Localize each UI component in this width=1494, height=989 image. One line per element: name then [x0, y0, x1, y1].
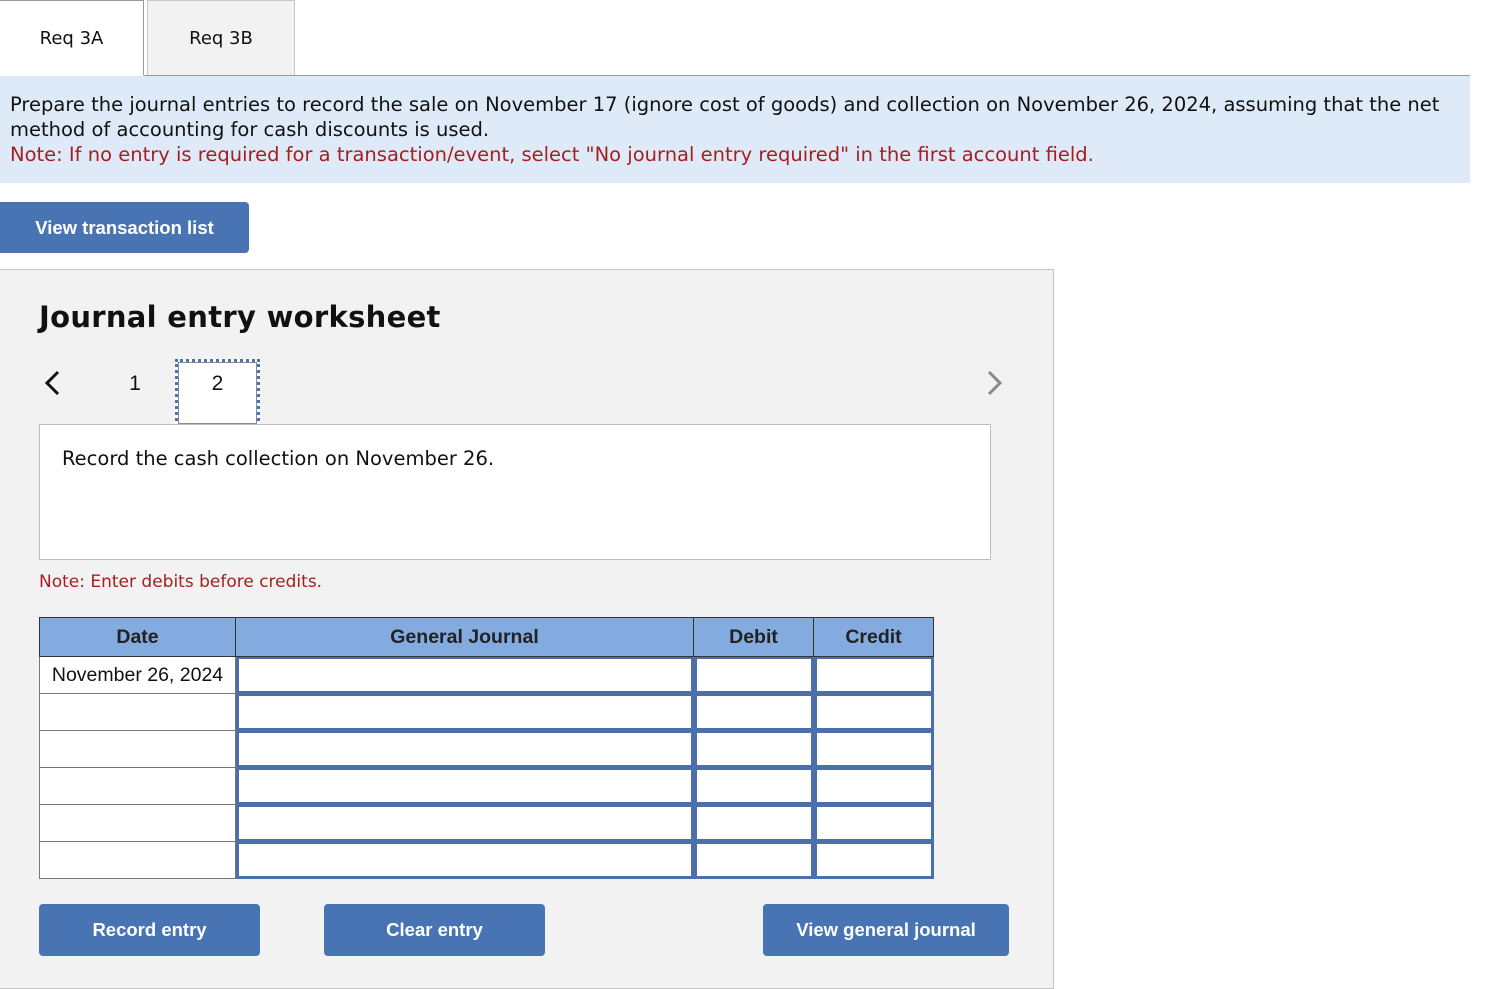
journal-table: Date General Journal Debit Credit Novemb… — [39, 617, 934, 879]
debit-input[interactable] — [693, 693, 814, 731]
debit-input[interactable] — [693, 730, 814, 768]
next-entry-button[interactable] — [982, 368, 1008, 398]
credit-input-cell — [813, 693, 934, 731]
credit-input[interactable] — [813, 693, 934, 731]
previous-entry-button[interactable] — [40, 368, 66, 398]
debit-input-cell — [693, 804, 814, 842]
debits-note: Note: Enter debits before credits. — [39, 572, 323, 592]
date-cell — [39, 841, 236, 879]
page-2-button[interactable]: 2 — [175, 359, 260, 427]
date-cell — [39, 730, 236, 768]
date-header: Date — [39, 617, 236, 657]
account-input-cell — [235, 693, 694, 731]
requirement-tabs: Req 3A Req 3B — [0, 0, 1470, 76]
credit-input[interactable] — [813, 804, 934, 842]
credit-input-cell — [813, 656, 934, 694]
debit-input-cell — [693, 730, 814, 768]
account-input-cell — [235, 841, 694, 879]
account-input[interactable] — [236, 657, 694, 694]
page-1-button[interactable]: 1 — [120, 368, 150, 400]
credit-input-cell — [813, 804, 934, 842]
date-cell — [39, 804, 236, 842]
table-row — [39, 693, 934, 731]
instructions-note: Note: If no entry is required for a tran… — [10, 143, 1094, 166]
credit-input[interactable] — [813, 657, 934, 694]
tab-req-3b[interactable]: Req 3B — [147, 0, 295, 75]
debit-input[interactable] — [693, 841, 814, 879]
credit-input[interactable] — [813, 841, 934, 879]
chevron-right-icon — [987, 370, 1003, 396]
instructions-box: Prepare the journal entries to record th… — [0, 76, 1470, 183]
credit-input[interactable] — [813, 730, 934, 768]
debit-input[interactable] — [693, 767, 814, 805]
date-cell — [39, 693, 236, 731]
table-row: November 26, 2024 — [39, 656, 934, 694]
tab-req-3a[interactable]: Req 3A — [0, 0, 144, 76]
account-input[interactable] — [236, 804, 694, 842]
debit-input-cell — [693, 693, 814, 731]
account-input-cell — [235, 804, 694, 842]
table-row — [39, 804, 934, 842]
general-journal-header: General Journal — [235, 617, 694, 657]
debit-input-cell — [693, 656, 814, 694]
table-header-row: Date General Journal Debit Credit — [39, 617, 934, 657]
debit-input-cell — [693, 841, 814, 879]
table-row — [39, 841, 934, 879]
debit-input[interactable] — [693, 804, 814, 842]
account-input[interactable] — [236, 767, 694, 805]
entry-description-box: Record the cash collection on November 2… — [39, 424, 991, 560]
journal-table-body: November 26, 2024 — [39, 656, 934, 879]
account-input-cell — [235, 656, 694, 694]
account-input[interactable] — [236, 693, 694, 731]
debit-input[interactable] — [693, 657, 814, 694]
clear-entry-button[interactable]: Clear entry — [324, 904, 545, 956]
debit-input-cell — [693, 767, 814, 805]
date-cell: November 26, 2024 — [39, 656, 236, 694]
credit-input[interactable] — [813, 767, 934, 805]
account-input-cell — [235, 730, 694, 768]
record-entry-button[interactable]: Record entry — [39, 904, 260, 956]
account-input[interactable] — [236, 730, 694, 768]
credit-input-cell — [813, 841, 934, 879]
worksheet-title: Journal entry worksheet — [39, 300, 441, 334]
table-row — [39, 730, 934, 768]
view-transaction-list-button[interactable]: View transaction list — [0, 202, 249, 253]
chevron-left-icon — [44, 370, 60, 396]
credit-input-cell — [813, 730, 934, 768]
date-cell — [39, 767, 236, 805]
account-input-cell — [235, 767, 694, 805]
debit-header: Debit — [693, 617, 814, 657]
account-input[interactable] — [236, 841, 694, 879]
view-general-journal-button[interactable]: View general journal — [763, 904, 1009, 956]
table-row — [39, 767, 934, 805]
instructions-text: Prepare the journal entries to record th… — [10, 93, 1440, 141]
credit-header: Credit — [813, 617, 934, 657]
page-2-frame — [178, 362, 257, 424]
entry-description: Record the cash collection on November 2… — [62, 447, 495, 470]
credit-input-cell — [813, 767, 934, 805]
